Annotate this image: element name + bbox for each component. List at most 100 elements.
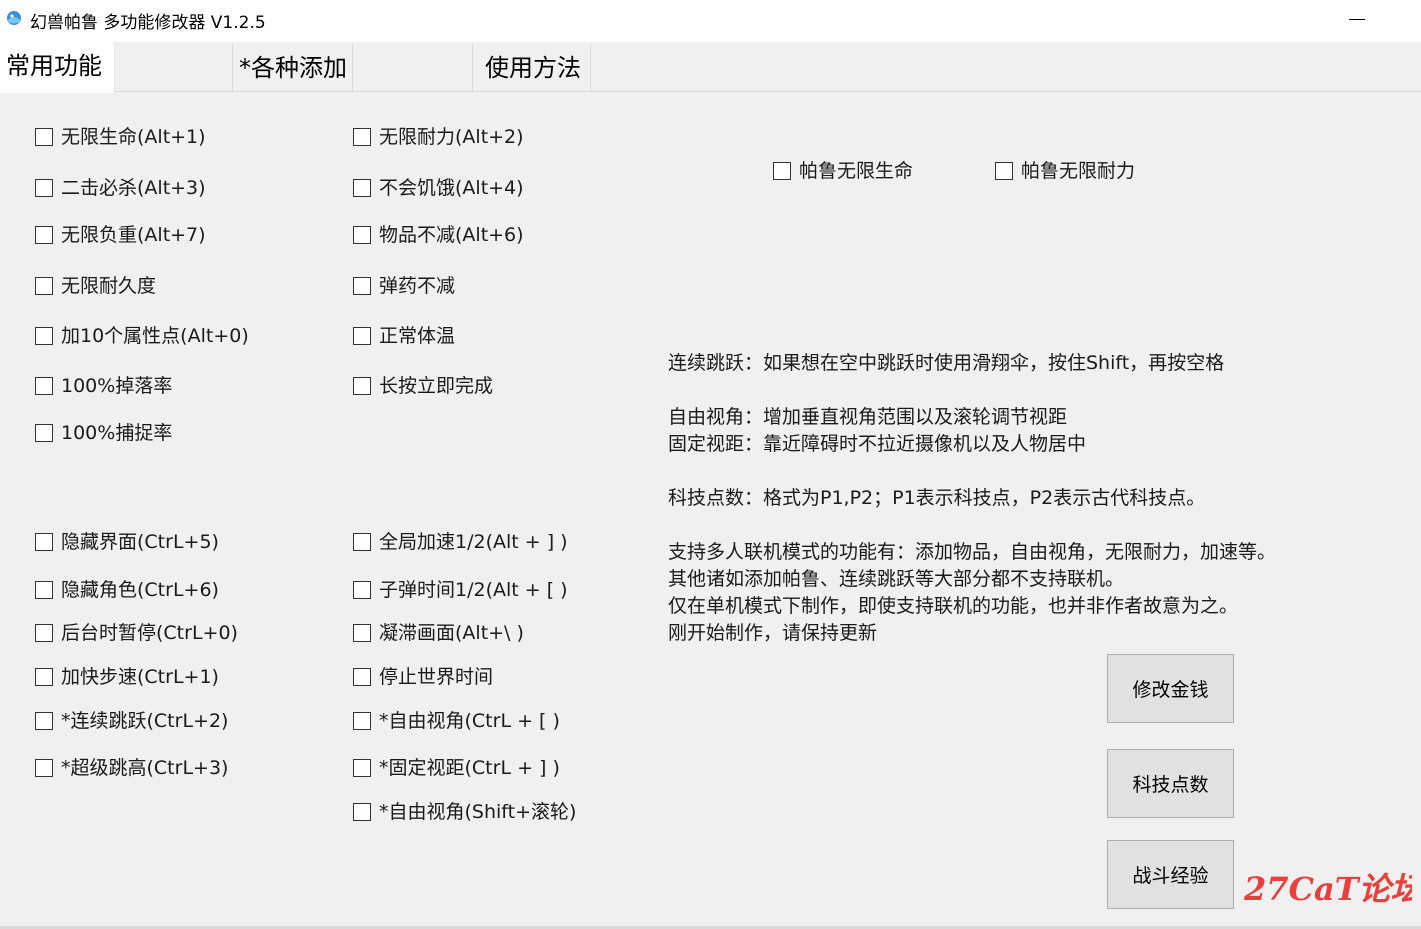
checkbox-freeze-frame[interactable]: 凝滞画面(Alt+\ ) — [353, 621, 524, 645]
checkbox-items-no-decrease[interactable]: 物品不减(Alt+6) — [353, 223, 524, 247]
checkbox-box[interactable] — [35, 712, 53, 730]
checkbox-fixed-view-distance[interactable]: *固定视距(CtrL + ] ) — [353, 756, 560, 780]
watermark-text: 27CaT论坛 — [1243, 870, 1412, 908]
checkbox-super-jump[interactable]: *超级跳高(CtrL+3) — [35, 756, 228, 780]
checkbox-add-attribute-points[interactable]: 加10个属性点(Alt+0) — [35, 324, 249, 348]
app-icon — [7, 11, 21, 25]
checkbox-pal-infinite-stamina[interactable]: 帕鲁无限耐力 — [995, 159, 1135, 183]
checkbox-hide-ui[interactable]: 隐藏界面(CtrL+5) — [35, 530, 219, 554]
checkbox-label: 全局加速1/2(Alt + ] ) — [379, 531, 568, 553]
checkbox-label: 帕鲁无限生命 — [799, 160, 914, 182]
title-bar: 幻兽帕鲁 多功能修改器 V1.2.5 — [0, 0, 1421, 42]
checkbox-hide-character[interactable]: 隐藏角色(CtrL+6) — [35, 578, 219, 602]
checkbox-label: 隐藏角色(CtrL+6) — [61, 579, 219, 601]
note-continuous-jump: 连续跳跃：如果想在空中跳跃时使用滑翔伞，按住Shift，再按空格 — [668, 352, 1225, 374]
checkbox-global-speed[interactable]: 全局加速1/2(Alt + ] ) — [353, 530, 568, 554]
checkbox-pal-infinite-health[interactable]: 帕鲁无限生命 — [773, 159, 913, 183]
checkbox-stop-world-time[interactable]: 停止世界时间 — [353, 665, 493, 689]
minimize-icon — [1349, 18, 1365, 20]
battle-exp-button[interactable]: 战斗经验 — [1107, 840, 1234, 909]
checkbox-box[interactable] — [35, 277, 53, 295]
modify-money-button[interactable]: 修改金钱 — [1107, 654, 1234, 723]
checkbox-label: 100%掉落率 — [61, 375, 173, 397]
checkbox-box[interactable] — [35, 424, 53, 442]
checkbox-box[interactable] — [35, 226, 53, 244]
note-singleplayer: 仅在单机模式下制作，即使支持联机的功能，也并非作者故意为之。 — [668, 595, 1239, 617]
checkbox-no-hunger[interactable]: 不会饥饿(Alt+4) — [353, 176, 524, 200]
checkbox-box[interactable] — [353, 581, 371, 599]
checkbox-continuous-jump[interactable]: *连续跳跃(CtrL+2) — [35, 709, 228, 733]
checkbox-box[interactable] — [35, 128, 53, 146]
checkbox-box[interactable] — [353, 377, 371, 395]
tab-usage[interactable]: 使用方法 — [473, 44, 591, 92]
checkbox-label: 无限耐久度 — [61, 275, 157, 297]
checkbox-label: 弹药不减 — [379, 275, 456, 297]
checkbox-ammo-no-decrease[interactable]: 弹药不减 — [353, 274, 455, 298]
checkbox-box[interactable] — [353, 668, 371, 686]
note-free-camera: 自由视角：增加垂直视角范围以及滚轮调节视距 — [668, 406, 1068, 428]
note-multiplayer-support: 支持多人联机模式的功能有：添加物品，自由视角，无限耐力，加速等。 — [668, 541, 1277, 563]
checkbox-box[interactable] — [35, 377, 53, 395]
checkbox-label: *超级跳高(CtrL+3) — [61, 757, 229, 779]
checkbox-label: 不会饥饿(Alt+4) — [379, 177, 524, 199]
note-tech-points: 科技点数：格式为P1,P2；P1表示科技点，P2表示古代科技点。 — [668, 487, 1206, 509]
checkbox-bullet-time[interactable]: 子弹时间1/2(Alt + [ ) — [353, 578, 568, 602]
checkbox-box[interactable] — [35, 179, 53, 197]
checkbox-infinite-stamina[interactable]: 无限耐力(Alt+2) — [353, 125, 524, 149]
checkbox-label: 100%捕捉率 — [61, 422, 173, 444]
checkbox-label: *自由视角(Shift+滚轮) — [379, 801, 577, 823]
checkbox-label: 凝滞画面(Alt+\ ) — [379, 622, 524, 644]
tab-blank-1[interactable] — [115, 44, 233, 92]
checkbox-infinite-weight[interactable]: 无限负重(Alt+7) — [35, 223, 206, 247]
minimize-button[interactable] — [1340, 4, 1374, 34]
checkbox-label: 无限负重(Alt+7) — [61, 224, 206, 246]
checkbox-label: *自由视角(CtrL + [ ) — [379, 710, 560, 732]
note-update: 刚开始制作，请保持更新 — [668, 622, 878, 644]
checkbox-box[interactable] — [995, 162, 1013, 180]
checkbox-label: 无限生命(Alt+1) — [61, 126, 206, 148]
checkbox-label: 加10个属性点(Alt+0) — [61, 325, 249, 347]
checkbox-infinite-durability[interactable]: 无限耐久度 — [35, 274, 156, 298]
checkbox-box[interactable] — [35, 759, 53, 777]
checkbox-box[interactable] — [35, 668, 53, 686]
checkbox-drop-rate[interactable]: 100%掉落率 — [35, 374, 172, 398]
tab-add[interactable]: *各种添加 — [233, 44, 353, 92]
checkbox-box[interactable] — [35, 581, 53, 599]
checkbox-fast-walk[interactable]: 加快步速(CtrL+1) — [35, 665, 219, 689]
tab-common[interactable]: 常用功能 — [0, 42, 115, 93]
tab-blank-2[interactable] — [353, 44, 473, 92]
note-fixed-distance: 固定视距：靠近障碍时不拉近摄像机以及人物居中 — [668, 433, 1087, 455]
checkbox-instant-hold[interactable]: 长按立即完成 — [353, 374, 493, 398]
checkbox-box[interactable] — [353, 327, 371, 345]
checkbox-box[interactable] — [773, 162, 791, 180]
checkbox-box[interactable] — [353, 179, 371, 197]
checkbox-box[interactable] — [353, 759, 371, 777]
checkbox-box[interactable] — [35, 327, 53, 345]
checkbox-box[interactable] — [353, 624, 371, 642]
checkbox-free-camera[interactable]: *自由视角(CtrL + [ ) — [353, 709, 560, 733]
checkbox-box[interactable] — [353, 712, 371, 730]
checkbox-label: 子弹时间1/2(Alt + [ ) — [379, 579, 568, 601]
checkbox-normal-temperature[interactable]: 正常体温 — [353, 324, 455, 348]
checkbox-box[interactable] — [35, 533, 53, 551]
checkbox-label: 加快步速(CtrL+1) — [61, 666, 219, 688]
checkbox-label: *连续跳跃(CtrL+2) — [61, 710, 229, 732]
checkbox-capture-rate[interactable]: 100%捕捉率 — [35, 421, 172, 445]
checkbox-box[interactable] — [353, 533, 371, 551]
checkbox-label: 正常体温 — [379, 325, 456, 347]
checkbox-two-hit-kill[interactable]: 二击必杀(Alt+3) — [35, 176, 206, 200]
checkbox-box[interactable] — [353, 277, 371, 295]
checkbox-background-pause[interactable]: 后台时暂停(CtrL+0) — [35, 621, 238, 645]
checkbox-infinite-health[interactable]: 无限生命(Alt+1) — [35, 125, 206, 149]
checkbox-label: 物品不减(Alt+6) — [379, 224, 524, 246]
checkbox-box[interactable] — [353, 128, 371, 146]
checkbox-box[interactable] — [353, 803, 371, 821]
checkbox-label: 二击必杀(Alt+3) — [61, 177, 206, 199]
checkbox-free-camera-scroll[interactable]: *自由视角(Shift+滚轮) — [353, 800, 576, 824]
checkbox-box[interactable] — [353, 226, 371, 244]
checkbox-box[interactable] — [35, 624, 53, 642]
tab-strip: 常用功能 *各种添加 使用方法 — [0, 42, 1421, 93]
tech-points-button[interactable]: 科技点数 — [1107, 749, 1234, 818]
checkbox-label: *固定视距(CtrL + ] ) — [379, 757, 560, 779]
note-multiplayer-unsupported: 其他诸如添加帕鲁、连续跳跃等大部分都不支持联机。 — [668, 568, 1125, 590]
